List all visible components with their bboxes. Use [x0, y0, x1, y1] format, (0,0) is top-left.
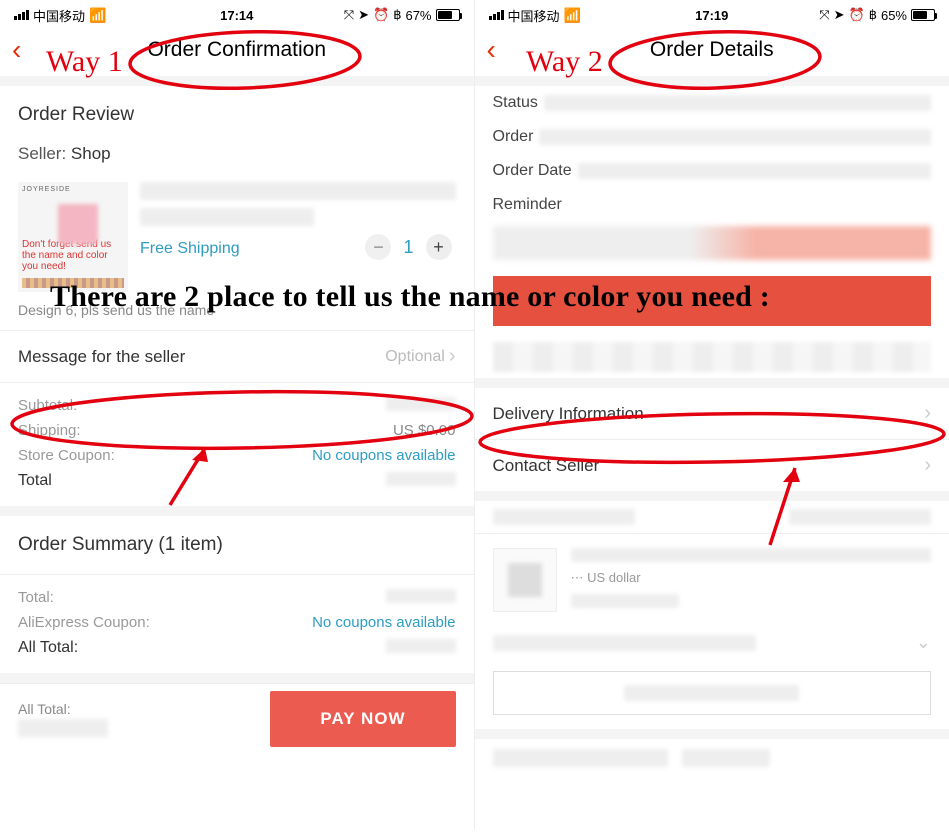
order-review-heading: Order Review: [0, 86, 474, 144]
delivery-info-row[interactable]: Delivery Information ›: [475, 388, 949, 439]
product-row[interactable]: JOYRESIDE Don't forget send us the name …: [0, 176, 474, 300]
wifi-icon: 📶: [564, 7, 581, 24]
status-bar: 中国移动 📶 17:19 ⤧ ➤ ⏰ ฿ 65%: [475, 0, 949, 26]
carrier-label: 中国移动: [508, 6, 560, 25]
seller-row: Seller: Shop: [0, 144, 474, 176]
battery-icon: [911, 9, 935, 21]
redacted-text: [18, 719, 108, 737]
currency-note: ⋯ US dollar: [571, 570, 932, 586]
seller-label: Seller:: [18, 144, 66, 163]
bluetooth-icon: ฿: [869, 7, 877, 23]
page-title: Order Confirmation: [147, 38, 326, 62]
message-seller-label: Message for the seller: [18, 347, 185, 367]
redacted-text: [140, 208, 314, 226]
price-summary: Subtotal: Shipping:US $0.00 Store Coupon…: [0, 383, 474, 506]
battery-icon: [436, 9, 460, 21]
nav-bar: ‹ Order Details: [475, 26, 949, 76]
order-label: Order: [493, 128, 534, 146]
order-item-card[interactable]: ⋯ US dollar: [475, 534, 949, 626]
message-seller-row[interactable]: Message for the seller Optional ›: [0, 331, 474, 382]
qty-value: 1: [403, 237, 413, 258]
location-icon: ➤: [834, 7, 845, 23]
carrier-label: 中国移动: [33, 6, 85, 25]
battery-pct: 67%: [405, 8, 431, 23]
bluetooth-icon: ฿: [393, 7, 401, 23]
free-shipping-label: Free Shipping: [140, 240, 240, 258]
outline-button[interactable]: [493, 671, 932, 715]
status-label: Status: [493, 94, 538, 112]
contact-seller-row[interactable]: Contact Seller ›: [475, 440, 949, 491]
signal-icon: [14, 10, 29, 20]
seller-name: Shop: [71, 144, 111, 163]
redacted-text: [140, 182, 456, 200]
signal-icon: [489, 10, 504, 20]
product-thumbnail: JOYRESIDE Don't forget send us the name …: [18, 182, 128, 292]
chevron-down-icon: ⌄: [916, 632, 931, 653]
nav-bar: ‹ Order Confirmation: [0, 26, 474, 76]
variant-note: Design 6, pls send us the name: [0, 300, 474, 330]
contact-seller-label: Contact Seller: [493, 456, 600, 476]
pay-now-button[interactable]: PAY NOW: [270, 691, 455, 747]
rotation-lock-icon: ⤧: [819, 7, 829, 23]
phone-right: 中国移动 📶 17:19 ⤧ ➤ ⏰ ฿ 65% ‹ Order Details…: [475, 0, 949, 830]
chevron-right-icon: ›: [924, 454, 931, 477]
redacted-footer: [475, 739, 949, 777]
qty-plus-button[interactable]: +: [426, 234, 452, 260]
status-bar: 中国移动 📶 17:14 ⤧ ➤ ⏰ ฿ 67%: [0, 0, 474, 26]
phone-left: 中国移动 📶 17:14 ⤧ ➤ ⏰ ฿ 67% ‹ Order Confirm…: [0, 0, 475, 830]
chevron-right-icon: ›: [924, 402, 931, 425]
qty-minus-button[interactable]: −: [365, 234, 391, 260]
order-date-label: Order Date: [493, 162, 572, 180]
rotation-lock-icon: ⤧: [344, 7, 354, 23]
clock: 17:19: [695, 8, 728, 23]
location-icon: ➤: [358, 7, 369, 23]
battery-pct: 65%: [881, 8, 907, 23]
alarm-icon: ⏰: [849, 7, 865, 23]
item-thumbnail: [493, 548, 557, 612]
alarm-icon: ⏰: [373, 7, 389, 23]
clock: 17:14: [220, 8, 253, 23]
pay-bar: All Total: PAY NOW: [0, 683, 474, 753]
redacted-text: [493, 342, 932, 372]
store-coupon-link[interactable]: No coupons available: [312, 447, 455, 464]
delivery-info-label: Delivery Information: [493, 404, 644, 424]
ae-coupon-link[interactable]: No coupons available: [312, 614, 455, 631]
wifi-icon: 📶: [89, 7, 106, 24]
all-total-label: All Total:: [18, 701, 108, 717]
page-title: Order Details: [650, 38, 774, 62]
reminder-label: Reminder: [493, 196, 562, 214]
back-icon[interactable]: ‹: [487, 36, 496, 64]
highlighted-block: [493, 276, 932, 326]
message-seller-hint: Optional: [385, 348, 445, 366]
back-icon[interactable]: ‹: [12, 36, 21, 64]
redacted-text: [493, 226, 932, 260]
order-summary-heading: Order Summary (1 item): [0, 516, 474, 574]
dropdown-row[interactable]: ⌄: [475, 626, 949, 665]
chevron-right-icon: ›: [449, 345, 456, 368]
